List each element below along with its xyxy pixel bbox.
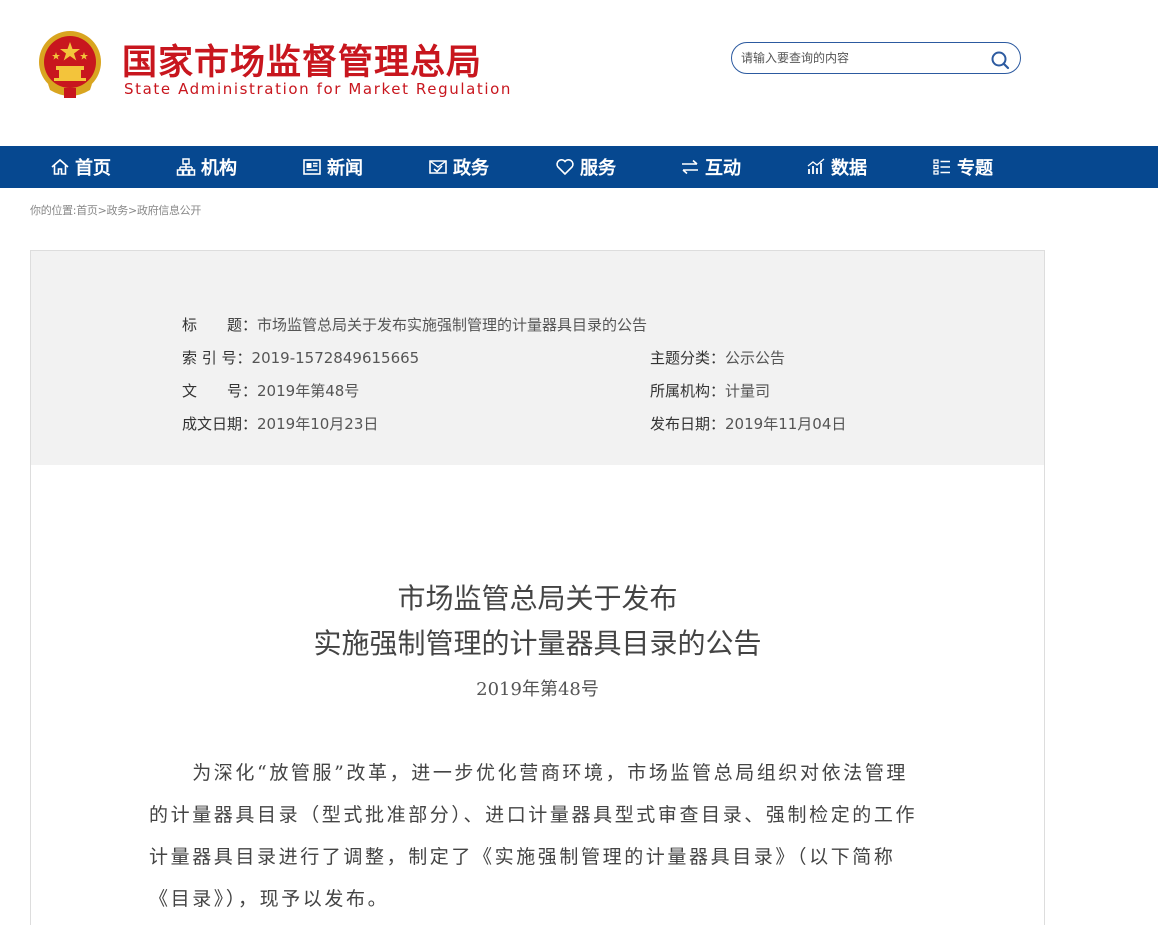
document-metadata: 标 题：市场监管总局关于发布实施强制管理的计量器具目录的公告 索 引 号：201… [30, 250, 1045, 466]
document-body-line: 为深化“放管服”改革，进一步优化营商环境，市场监管总局组织对依法管理 [149, 762, 909, 784]
meta-category-value: 公示公告 [725, 349, 786, 367]
nav-label: 专题 [957, 158, 993, 179]
topics-icon [933, 159, 950, 175]
meta-title-label: 标 题： [182, 316, 258, 334]
nav-item-data[interactable]: 数据 [806, 146, 867, 188]
document-body-line: 计量器具目录进行了调整，制定了《实施强制管理的计量器具目录》（以下简称 [149, 846, 896, 868]
news-icon [303, 159, 321, 175]
main-nav: 首页 机构 新闻 政务 服务 互动 数据 专题 [0, 146, 1158, 188]
meta-agency-row: 所属机构：计量司 [650, 380, 770, 401]
meta-written-date-row: 成文日期：2019年10月23日 [182, 413, 378, 434]
nav-item-affairs[interactable]: 政务 [428, 146, 489, 188]
national-emblem-icon[interactable] [34, 28, 106, 102]
site-header: 国家市场监督管理总局 State Administration for Mark… [0, 0, 1158, 146]
search-input[interactable] [741, 49, 981, 67]
nav-label: 新闻 [327, 158, 363, 179]
meta-docno-row: 文 号：2019年第48号 [182, 380, 359, 401]
meta-index-row: 索 引 号：2019-1572849615665 [182, 347, 419, 368]
document-number: 2019年第48号 [476, 679, 599, 700]
nav-item-organization[interactable]: 机构 [176, 146, 237, 188]
nav-item-home[interactable]: 首页 [50, 146, 111, 188]
nav-label: 机构 [201, 158, 237, 179]
meta-publish-date-label: 发布日期： [650, 415, 726, 433]
meta-publish-date-row: 发布日期：2019年11月04日 [650, 413, 846, 434]
breadcrumb-home[interactable]: 首页 [76, 204, 98, 217]
meta-written-date-label: 成文日期： [182, 415, 258, 433]
breadcrumb-affairs[interactable]: 政务 [107, 204, 129, 217]
meta-docno-label: 文 号： [182, 382, 258, 400]
affairs-icon [429, 160, 447, 174]
document-body-line: 的计量器具目录（型式批准部分）、进口计量器具型式审查目录、强制检定的工作 [149, 804, 918, 826]
nav-item-news[interactable]: 新闻 [302, 146, 363, 188]
meta-agency-label: 所属机构： [650, 382, 726, 400]
heart-icon [556, 159, 574, 176]
document-title-line1: 市场监管总局关于发布 [397, 582, 678, 615]
meta-docno-value: 2019年第48号 [257, 382, 360, 400]
meta-publish-date-value: 2019年11月04日 [725, 415, 847, 433]
meta-written-date-value: 2019年10月23日 [257, 415, 379, 433]
meta-index-value: 2019-1572849615665 [251, 349, 420, 367]
meta-index-label: 索 引 号： [182, 349, 252, 367]
document-content: 市场监管总局关于发布 实施强制管理的计量器具目录的公告 2019年第48号 为深… [30, 465, 1045, 925]
meta-category-label: 主题分类： [650, 349, 726, 367]
meta-title-value: 市场监管总局关于发布实施强制管理的计量器具目录的公告 [257, 316, 648, 334]
meta-category-row: 主题分类：公示公告 [650, 347, 785, 368]
data-chart-icon [807, 158, 825, 174]
search-icon[interactable] [990, 50, 1010, 70]
exchange-icon [682, 159, 698, 175]
search-box [731, 42, 1021, 74]
home-icon [51, 158, 69, 175]
nav-label: 服务 [580, 158, 616, 179]
document-body-line: 《目录》），现予以发布。 [149, 888, 390, 910]
breadcrumb-separator: > [97, 204, 107, 217]
nav-label: 首页 [75, 158, 111, 179]
nav-item-interaction[interactable]: 互动 [680, 146, 741, 188]
meta-agency-value: 计量司 [725, 382, 771, 400]
site-title-en: State Administration for Market Regulati… [124, 80, 513, 98]
nav-item-service[interactable]: 服务 [555, 146, 616, 188]
site-title-cn[interactable]: 国家市场监督管理总局 [122, 34, 482, 85]
document-title-line2: 实施强制管理的计量器具目录的公告 [313, 627, 762, 660]
meta-title-row: 标 题：市场监管总局关于发布实施强制管理的计量器具目录的公告 [182, 314, 647, 335]
nav-item-topics[interactable]: 专题 [932, 146, 993, 188]
nav-label: 数据 [831, 158, 867, 179]
nav-label: 政务 [453, 158, 489, 179]
breadcrumb: 你的位置:首页>政务>政府信息公开 [30, 202, 201, 218]
breadcrumb-separator: > [127, 204, 137, 217]
breadcrumb-gov-info[interactable]: 政府信息公开 [137, 204, 202, 217]
breadcrumb-prefix: 你的位置: [30, 204, 77, 217]
org-chart-icon [176, 158, 196, 176]
nav-label: 互动 [705, 158, 741, 179]
